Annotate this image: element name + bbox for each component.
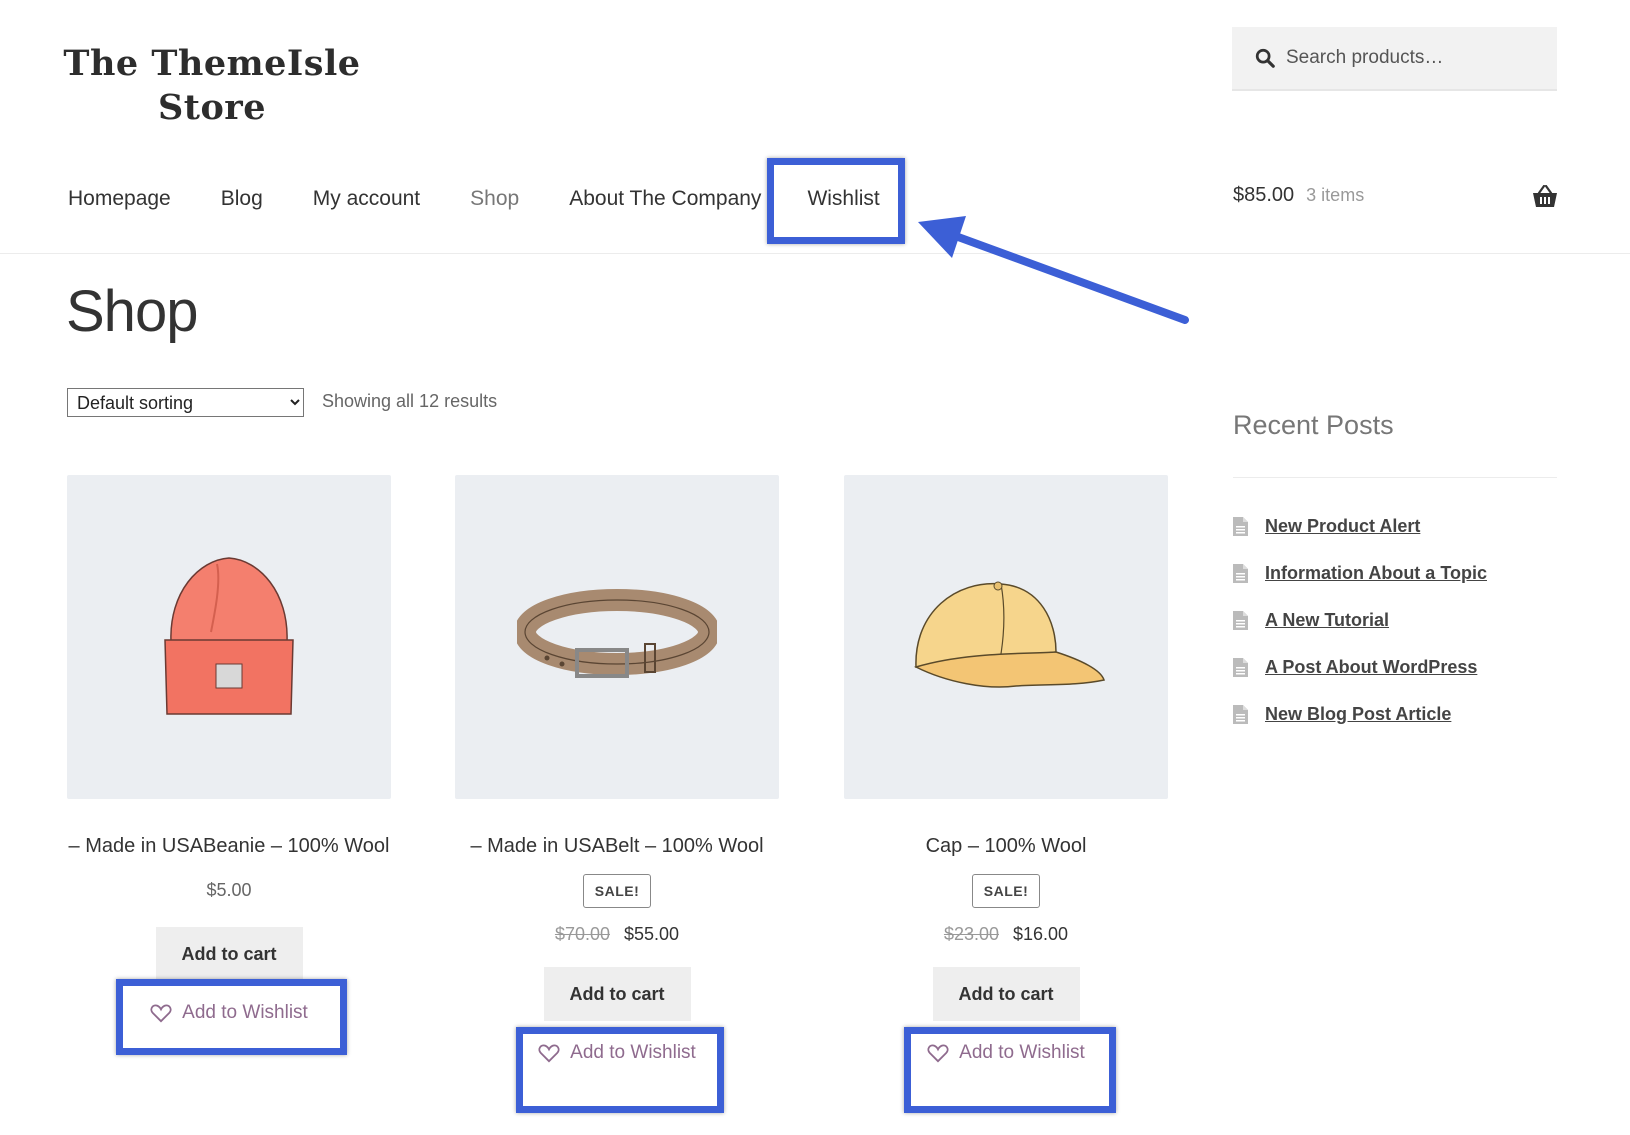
list-item: Information About a Topic [1233,550,1487,597]
belt-icon [517,589,717,678]
cap-icon [913,581,1105,688]
nav-item-wishlist[interactable]: Wishlist [807,180,879,218]
header-divider [0,253,1630,254]
product-image[interactable] [67,475,391,799]
document-icon [1233,517,1248,536]
old-price: $70.00 [554,924,610,944]
nav-item-about[interactable]: About The Company [569,180,761,218]
annotation-arrow [918,216,1189,324]
add-to-wishlist-button[interactable]: Add to Wishlist [67,993,391,1033]
site-logo[interactable]: The ThemeIsle Store [62,42,362,130]
document-icon [1233,658,1248,677]
heart-icon [538,1044,560,1063]
cart-amount: $85.00 [1233,184,1295,206]
list-item: New Blog Post Article [1233,691,1487,738]
heart-icon [150,1004,172,1023]
basket-icon[interactable] [1532,185,1558,209]
recent-posts-list: New Product Alert Information About a To… [1233,503,1487,738]
add-to-wishlist-button[interactable]: Add to Wishlist [844,1033,1168,1073]
product-name[interactable]: – Made in USABelt – 100% Wool [455,835,779,858]
product-name[interactable]: – Made in USABeanie – 100% Wool [67,835,391,858]
add-to-cart-button[interactable]: Add to cart [543,967,691,1021]
document-icon [1233,564,1248,583]
beanie-icon [164,557,294,715]
old-price: $23.00 [943,924,999,944]
recent-post-link[interactable]: A Post About WordPress [1265,657,1477,678]
add-to-wishlist-label: Add to Wishlist [570,1042,696,1063]
product-price: $70.00 $55.00 [455,924,779,945]
header-cart[interactable]: $85.00 3 items [1233,184,1364,207]
recent-post-link[interactable]: A New Tutorial [1265,610,1389,631]
product-image[interactable] [455,475,779,799]
recent-post-link[interactable]: New Blog Post Article [1265,704,1451,725]
heart-icon [927,1044,949,1063]
results-count: Showing all 12 results [322,391,498,411]
logo-line-2: Store [158,87,266,128]
nav-item-my-account[interactable]: My account [313,180,420,218]
product-card: – Made in USABelt – 100% Wool SALE! $70.… [455,475,779,1073]
nav-item-shop[interactable]: Shop [470,180,519,218]
recent-post-link[interactable]: New Product Alert [1265,516,1420,537]
sorting-select[interactable]: Default sorting [67,388,304,417]
primary-nav: Homepage Blog My account Shop About The … [68,180,930,218]
page-title: Shop [66,279,198,344]
product-price: $23.00 $16.00 [844,924,1168,945]
search-input[interactable] [1286,47,1546,69]
nav-item-homepage[interactable]: Homepage [68,180,171,218]
add-to-wishlist-label: Add to Wishlist [959,1042,1085,1063]
recent-post-link[interactable]: Information About a Topic [1265,563,1487,584]
sale-badge: SALE! [582,874,652,908]
search-icon [1255,48,1275,68]
product-card: – Made in USABeanie – 100% Wool $5.00 Ad… [67,475,391,1033]
list-item: A New Tutorial [1233,597,1487,644]
logo-line-1: The ThemeIsle [63,43,361,84]
document-icon [1233,611,1248,630]
cart-count: 3 items [1306,185,1365,205]
document-icon [1233,705,1248,724]
list-item: New Product Alert [1233,503,1487,550]
new-price: $55.00 [624,924,680,944]
product-card: Cap – 100% Wool SALE! $23.00 $16.00 Add t… [844,475,1168,1073]
add-to-wishlist-button[interactable]: Add to Wishlist [455,1033,779,1073]
product-image[interactable] [844,475,1168,799]
add-to-cart-button[interactable]: Add to cart [155,927,303,981]
sidebar-title: Recent Posts [1233,410,1394,440]
new-price: $16.00 [1013,924,1069,944]
sale-badge: SALE! [971,874,1041,908]
product-name[interactable]: Cap – 100% Wool [844,835,1168,858]
sidebar-divider [1233,477,1557,478]
list-item: A Post About WordPress [1233,644,1487,691]
add-to-wishlist-label: Add to Wishlist [182,1002,308,1023]
add-to-cart-button[interactable]: Add to cart [932,967,1080,1021]
search-box[interactable] [1232,27,1557,91]
nav-item-blog[interactable]: Blog [221,180,263,218]
product-price: $5.00 [206,880,252,900]
